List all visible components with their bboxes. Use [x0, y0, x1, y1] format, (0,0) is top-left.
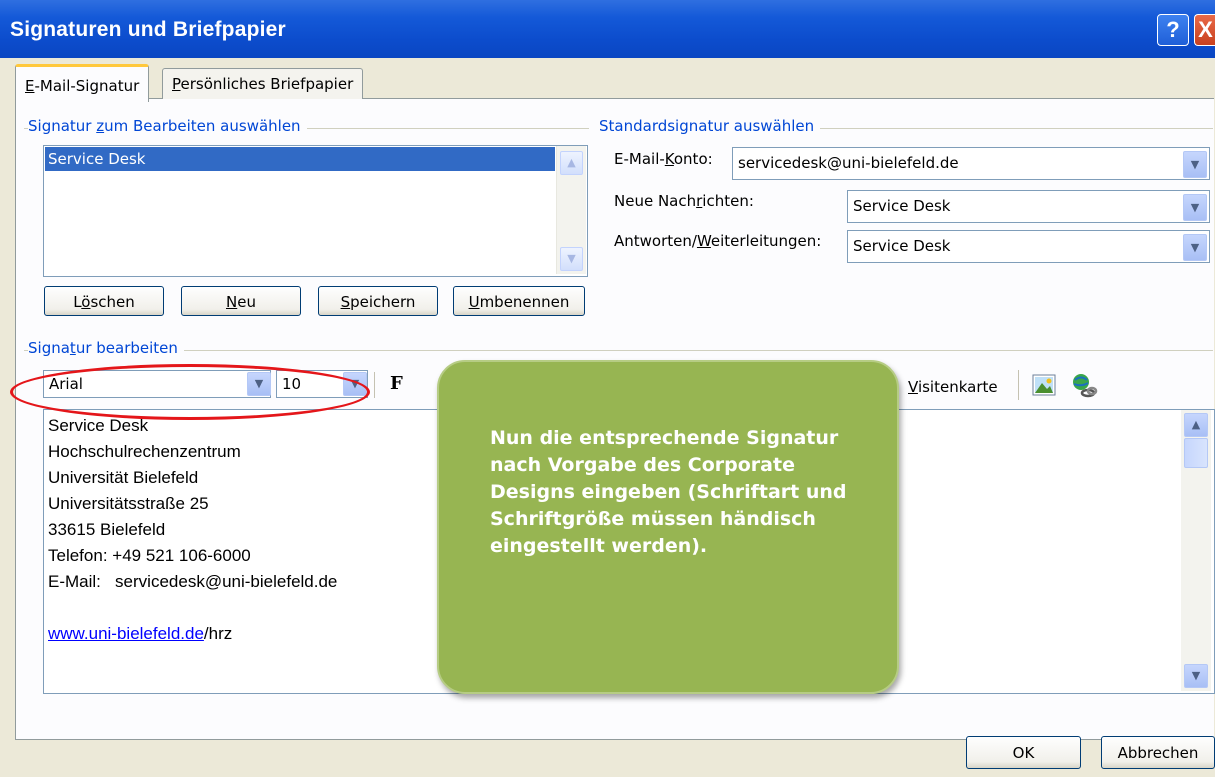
signature-line: Universität Bielefeld [48, 468, 199, 487]
scroll-down-icon[interactable]: ▼ [560, 247, 583, 271]
chevron-down-icon[interactable]: ▼ [1183, 151, 1207, 178]
chevron-down-icon[interactable]: ▼ [1183, 194, 1207, 221]
toolbar-separator [1018, 370, 1019, 400]
tab-email-signature[interactable]: E-Mail-Signatur [15, 64, 150, 102]
delete-button[interactable]: Löschen [44, 286, 164, 316]
close-button[interactable]: X [1194, 14, 1215, 46]
default-signature-group-label: Standardsignatur auswählen [599, 117, 821, 135]
signature-link-line: www.uni-bielefeld.de/hrz [48, 624, 233, 643]
account-label: E-Mail-Konto: [614, 150, 713, 168]
list-item[interactable]: Service Desk [45, 147, 555, 171]
group-divider [24, 350, 1213, 351]
save-button[interactable]: Speichern [318, 286, 438, 316]
hyperlink-icon[interactable] [1070, 372, 1098, 400]
cancel-button[interactable]: Abbrechen [1101, 736, 1215, 769]
scroll-down-icon[interactable]: ▼ [1184, 664, 1208, 688]
highlight-ring [10, 364, 370, 420]
chevron-down-icon[interactable]: ▼ [1183, 234, 1207, 261]
rename-button[interactable]: Umbenennen [453, 286, 585, 316]
new-button[interactable]: Neu [181, 286, 301, 316]
scroll-thumb[interactable] [1184, 438, 1208, 468]
signature-line: E-Mail: servicedesk@uni-bielefeld.de [48, 572, 338, 591]
bold-button[interactable]: F [390, 373, 403, 394]
list-scrollbar[interactable]: ▲ ▼ [556, 146, 586, 274]
help-icon: ? [1166, 17, 1180, 42]
signature-line: Hochschulrechenzentrum [48, 442, 241, 461]
replies-label: Antworten/Weiterleitungen: [614, 232, 822, 250]
new-messages-select[interactable]: Service Desk [847, 190, 1210, 223]
window-title: Signaturen und Briefpapier [10, 18, 286, 41]
select-signature-group-label: Signatur zum Bearbeiten auswählen [28, 117, 307, 135]
scroll-up-icon[interactable]: ▲ [560, 151, 583, 175]
editor-scrollbar[interactable]: ▲ ▼ [1181, 410, 1211, 691]
toolbar-separator [374, 372, 375, 398]
close-icon: X [1198, 17, 1213, 42]
signature-line: Telefon: +49 521 106-6000 [48, 546, 251, 565]
callout-text: Nun die entsprechende Signatur nach Vorg… [490, 427, 847, 557]
website-link[interactable]: www.uni-bielefeld.de [48, 624, 204, 643]
insert-picture-icon[interactable] [1032, 374, 1056, 396]
tab-personal-stationery[interactable]: Persönliches Briefpapier [162, 68, 364, 99]
account-select[interactable]: servicedesk@uni-bielefeld.de [732, 147, 1210, 180]
new-messages-label: Neue Nachrichten: [614, 192, 754, 210]
help-button[interactable]: ? [1157, 14, 1189, 46]
business-card-button[interactable]: Visitenkarte [908, 378, 998, 396]
scroll-up-icon[interactable]: ▲ [1184, 413, 1208, 437]
ok-button[interactable]: OK [966, 736, 1081, 769]
signature-line: Universitätsstraße 25 [48, 494, 209, 513]
signature-line: 33615 Bielefeld [48, 520, 166, 539]
replies-select[interactable]: Service Desk [847, 230, 1210, 263]
edit-signature-group-label: Signatur bearbeiten [28, 339, 184, 357]
